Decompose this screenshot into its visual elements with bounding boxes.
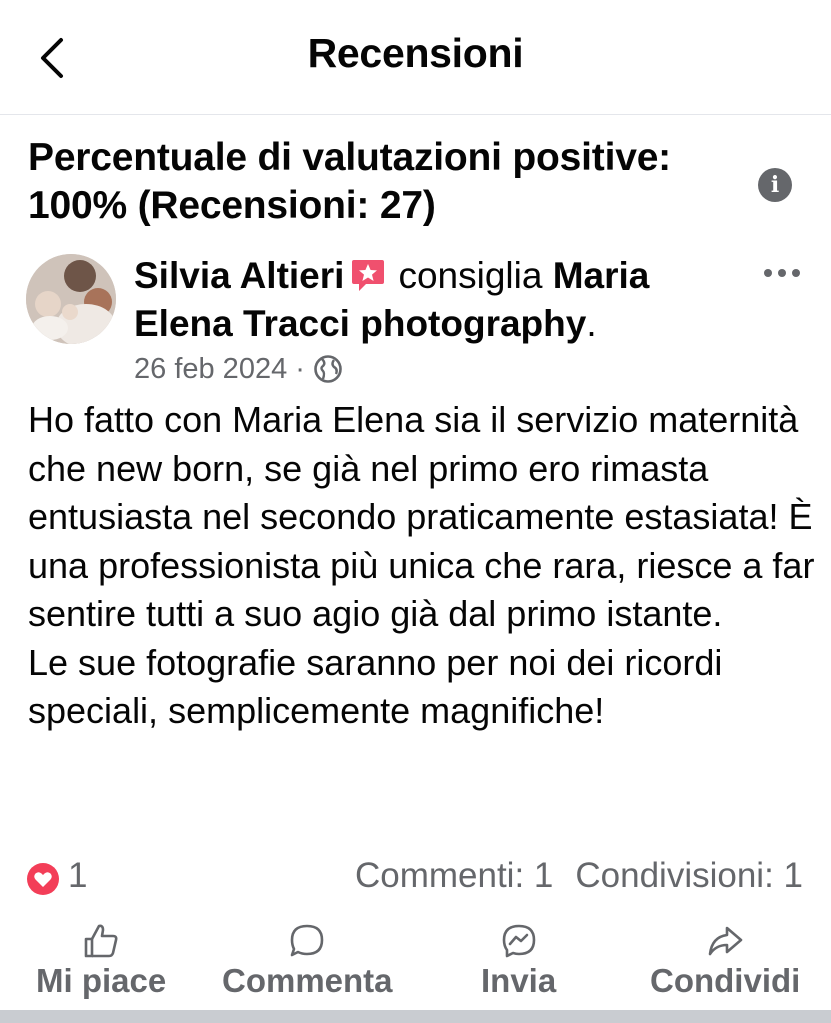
comment-bubble-icon [290, 924, 324, 957]
rating-summary: Percentuale di valutazioni positive: 100… [28, 136, 671, 227]
recommendation-badge-icon [352, 260, 385, 291]
page-title: Recensioni [307, 30, 524, 76]
globe-icon [314, 355, 342, 383]
info-icon[interactable]: i [758, 168, 792, 202]
post-stats: Commenti: 1 Condivisioni: 1 [355, 856, 803, 896]
like-button[interactable]: Mi piace [36, 922, 166, 1000]
share-button[interactable]: Condividi [650, 922, 800, 1000]
avatar-photo [26, 254, 116, 344]
thumbs-up-icon [84, 924, 118, 958]
author-name[interactable]: Silvia Altieri [134, 255, 344, 296]
comment-label: Commenta [222, 962, 393, 999]
bottom-divider [0, 1010, 831, 1023]
meta-separator: · [295, 352, 305, 385]
reaction-count[interactable]: 1 [68, 856, 87, 896]
post-date[interactable]: 26 feb 2024 [134, 353, 287, 386]
send-label: Invia [481, 962, 557, 999]
action-bar: Mi piace Commenta Invia Condividi [0, 922, 831, 1010]
recommend-verb: consiglia [398, 255, 543, 296]
like-label: Mi piace [36, 962, 167, 999]
comment-button[interactable]: Commenta [222, 922, 393, 1000]
more-dots-icon[interactable] [760, 256, 804, 290]
post-text: Ho fatto con Maria Elena sia il servizio… [28, 399, 815, 731]
avatar[interactable] [26, 254, 116, 344]
sentence-period: . [586, 303, 597, 344]
share-label: Condividi [650, 962, 801, 999]
share-arrow-icon [708, 926, 743, 956]
post-meta: 26 feb 2024 · [134, 350, 343, 388]
send-button[interactable]: Invia [481, 922, 556, 1000]
top-bar: Recensioni [0, 0, 831, 115]
love-reaction-icon[interactable] [26, 862, 60, 896]
comments-count[interactable]: Commenti: 1 [355, 856, 553, 895]
shares-count[interactable]: Condivisioni: 1 [575, 856, 803, 895]
messenger-icon [502, 924, 535, 958]
post-header: Silvia Altieri consiglia Maria Elena Tra… [134, 252, 734, 348]
